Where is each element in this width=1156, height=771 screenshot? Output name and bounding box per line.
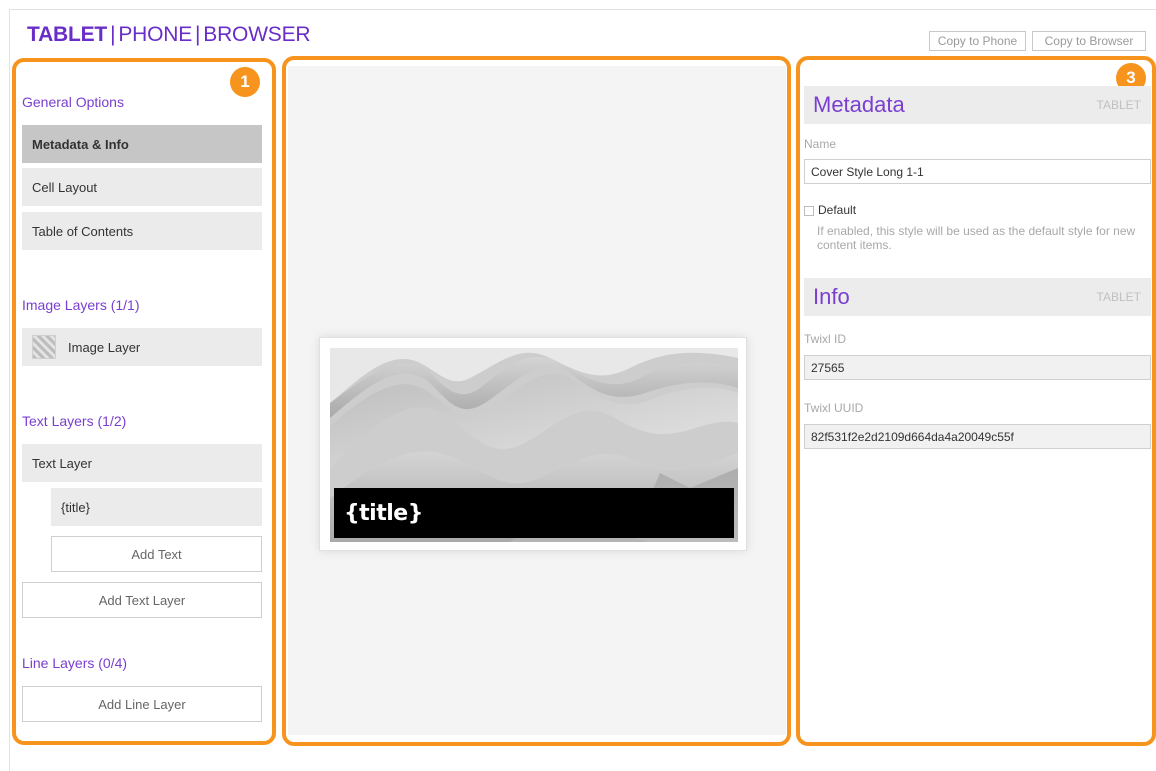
default-checkbox-label[interactable]: Default — [818, 203, 856, 217]
tab-browser[interactable]: BROWSER — [203, 23, 310, 46]
window-top-border — [9, 9, 1156, 10]
title-text-layer[interactable]: {title} — [334, 488, 734, 538]
name-input[interactable]: Cover Style Long 1-1 — [804, 159, 1151, 184]
metadata-heading: Metadata — [813, 92, 905, 117]
badge-1: 1 — [230, 67, 260, 97]
tab-separator: | — [195, 23, 201, 46]
text-layers-heading: Text Layers (1/2) — [22, 413, 127, 429]
tab-separator: | — [110, 23, 116, 46]
sidebar-item-label: Text Layer — [32, 455, 92, 471]
tab-phone[interactable]: PHONE — [118, 23, 192, 46]
copy-to-browser-button[interactable]: Copy to Browser — [1032, 31, 1146, 51]
info-device-tag: TABLET — [1096, 290, 1141, 304]
device-tabs: TABLET | PHONE | BROWSER — [27, 22, 311, 48]
twixl-id-label: Twixl ID — [804, 332, 846, 346]
copy-to-phone-button[interactable]: Copy to Phone — [929, 31, 1026, 51]
info-heading: Info — [813, 284, 850, 309]
sidebar-item-label: Cell Layout — [32, 179, 98, 195]
sidebar-item-cell-layout[interactable]: Cell Layout — [22, 168, 262, 206]
twixl-id-field[interactable]: 27565 — [804, 355, 1151, 380]
twixl-uuid-field[interactable]: 82f531f2e2d2109d664da4a20049c55f — [804, 424, 1151, 449]
sidebar-item-metadata-info[interactable]: Metadata & Info — [22, 125, 262, 163]
twixl-uuid-label: Twixl UUID — [804, 401, 864, 415]
info-section-header: Info TABLET — [804, 278, 1151, 316]
metadata-section-header: Metadata TABLET — [804, 86, 1151, 124]
default-help-text: If enabled, this style will be used as t… — [817, 224, 1136, 252]
image-thumbnail-icon — [32, 335, 56, 359]
sidebar-item-text-title[interactable]: {title} — [51, 488, 262, 526]
sidebar-item-text-layer[interactable]: Text Layer — [22, 444, 262, 482]
sidebar-item-label: {title} — [61, 499, 90, 515]
image-layers-heading: Image Layers (1/1) — [22, 297, 140, 313]
tab-tablet[interactable]: TABLET — [27, 23, 107, 46]
window-left-border — [9, 9, 10, 771]
sidebar-item-label: Image Layer — [68, 339, 141, 355]
name-label: Name — [804, 137, 837, 151]
add-text-button[interactable]: Add Text — [51, 536, 262, 572]
cell-preview-card[interactable]: {title} — [319, 337, 747, 551]
metadata-device-tag: TABLET — [1096, 98, 1141, 112]
cover-image: {title} — [330, 348, 738, 542]
sidebar-item-label: Metadata & Info — [32, 136, 129, 152]
line-layers-heading: Line Layers (0/4) — [22, 655, 128, 671]
sidebar-item-table-of-contents[interactable]: Table of Contents — [22, 212, 262, 250]
general-options-heading: General Options — [22, 94, 124, 110]
sidebar-item-image-layer[interactable]: Image Layer — [22, 328, 262, 366]
default-checkbox[interactable] — [804, 206, 814, 216]
add-line-layer-button[interactable]: Add Line Layer — [22, 686, 262, 722]
add-text-layer-button[interactable]: Add Text Layer — [22, 582, 262, 618]
sidebar-item-label: Table of Contents — [32, 223, 134, 239]
